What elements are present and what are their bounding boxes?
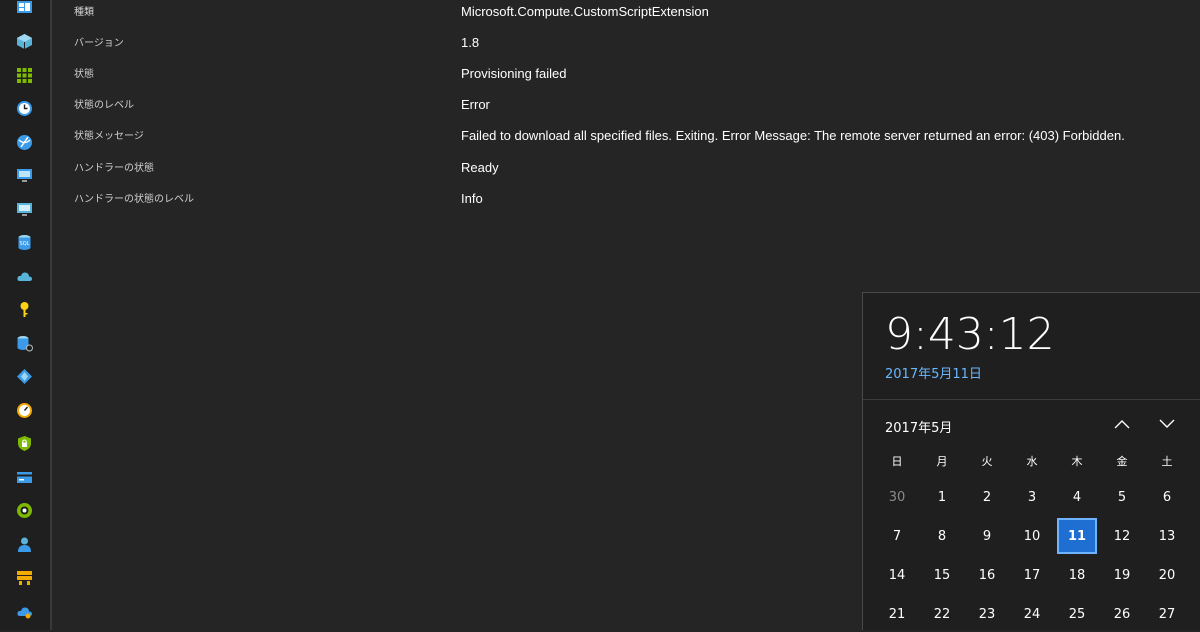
calendar-day[interactable]: 9 [967, 518, 1007, 554]
calendar-day[interactable]: 19 [1102, 557, 1142, 593]
property-label-version: バージョン [74, 38, 124, 49]
calendar-day[interactable]: 26 [1102, 596, 1142, 632]
clock-date-link[interactable]: 2017年5月11日 [885, 363, 982, 382]
weekday-header: 水 [1026, 455, 1038, 468]
cloud-services-icon[interactable] [16, 268, 33, 285]
calendar-day[interactable]: 5 [1102, 479, 1142, 515]
property-label-status: 状態 [74, 69, 94, 80]
calendar-day[interactable]: 1 [922, 479, 962, 515]
all-resources-icon[interactable] [16, 67, 33, 84]
azure-ad-icon[interactable] [16, 368, 33, 385]
chevron-up-icon [1114, 420, 1130, 429]
calendar-day[interactable]: 22 [922, 596, 962, 632]
cost-billing-icon[interactable] [16, 469, 33, 486]
property-label-handler-status-level: ハンドラーの状態のレベル [74, 194, 194, 205]
sql-server-icon[interactable] [16, 335, 33, 352]
property-row: 状態のレベル Error [52, 93, 1200, 124]
property-row: 種類 Microsoft.Compute.CustomScriptExtensi… [52, 0, 1200, 31]
calendar-day[interactable]: 25 [1057, 596, 1097, 632]
clock-calendar-flyout: 9:43:12 2017年5月11日 2017年5月 日月火水木金土 30 1 2 3 4… [862, 292, 1200, 630]
property-value-handler-status-level: Info [461, 191, 483, 206]
key-vault-icon[interactable] [16, 301, 33, 318]
next-month-button[interactable] [1155, 413, 1179, 435]
virtual-machines-classic-icon[interactable] [16, 201, 33, 218]
storage-icon[interactable] [16, 569, 33, 586]
calendar-day[interactable]: 30 [877, 479, 917, 515]
property-row: ハンドラーの状態 Ready [52, 156, 1200, 187]
weekday-header: 木 [1071, 455, 1083, 468]
calendar-day-selected[interactable]: 11 [1057, 518, 1097, 554]
property-value-type: Microsoft.Compute.CustomScriptExtension [461, 4, 709, 19]
calendar-day[interactable]: 23 [967, 596, 1007, 632]
svg-text:SQL: SQL [20, 241, 30, 247]
calendar-day[interactable]: 3 [1012, 479, 1052, 515]
weekday-header: 月 [936, 455, 948, 468]
weekday-header: 日 [891, 455, 903, 468]
app-services-icon[interactable] [16, 134, 33, 151]
calendar-month-label[interactable]: 2017年5月 [885, 417, 952, 436]
property-label-status-level: 状態のレベル [74, 100, 134, 111]
virtual-machines-icon[interactable] [16, 167, 33, 184]
property-row: 状態メッセージ Failed to download all specified… [52, 124, 1200, 155]
property-value-handler-status: Ready [461, 160, 499, 175]
resource-group-icon[interactable] [16, 33, 33, 50]
weekday-header: 火 [981, 455, 993, 468]
help-support-icon[interactable] [16, 536, 33, 553]
dashboard-icon[interactable] [16, 0, 33, 17]
calendar-day[interactable]: 7 [877, 518, 917, 554]
property-label-status-message: 状態メッセージ [74, 131, 144, 142]
advisor-icon[interactable] [16, 502, 33, 519]
calendar-day[interactable]: 15 [922, 557, 962, 593]
sql-database-icon[interactable]: SQL [16, 234, 33, 251]
calendar-day[interactable]: 10 [1012, 518, 1052, 554]
calendar-day[interactable]: 2 [967, 479, 1007, 515]
property-value-status: Provisioning failed [461, 66, 567, 81]
calendar-day[interactable]: 21 [877, 596, 917, 632]
previous-month-button[interactable] [1110, 413, 1134, 435]
calendar-day[interactable]: 27 [1147, 596, 1187, 632]
property-row: バージョン 1.8 [52, 31, 1200, 62]
calendar-day[interactable]: 24 [1012, 596, 1052, 632]
property-value-version: 1.8 [461, 35, 480, 50]
calendar-day[interactable]: 6 [1147, 479, 1187, 515]
property-row: 状態 Provisioning failed [52, 62, 1200, 93]
cloud-icon[interactable] [16, 603, 33, 620]
calendar-day[interactable]: 14 [877, 557, 917, 593]
recent-icon[interactable] [16, 100, 33, 117]
sidebar-rail: SQL [0, 0, 52, 630]
calendar-day[interactable]: 4 [1057, 479, 1097, 515]
calendar-day[interactable]: 12 [1102, 518, 1142, 554]
calendar-day[interactable]: 13 [1147, 518, 1187, 554]
weekday-header: 土 [1161, 455, 1173, 468]
calendar-day[interactable]: 8 [922, 518, 962, 554]
calendar-day[interactable]: 20 [1147, 557, 1187, 593]
property-row: ハンドラーの状態のレベル Info [52, 187, 1200, 218]
property-label-type: 種類 [74, 7, 94, 18]
calendar-day[interactable]: 16 [967, 557, 1007, 593]
divider [863, 399, 1200, 400]
calendar-day[interactable]: 17 [1012, 557, 1052, 593]
monitor-icon[interactable] [16, 402, 33, 419]
clock-time: 9:43:12 [885, 309, 1055, 360]
property-label-handler-status: ハンドラーの状態 [74, 163, 154, 174]
chevron-down-icon [1159, 419, 1175, 428]
property-value-status-level: Error [461, 97, 490, 112]
calendar-day[interactable]: 18 [1057, 557, 1097, 593]
security-center-icon[interactable] [16, 435, 33, 452]
property-value-status-message: Failed to download all specified files. … [461, 128, 1125, 143]
weekday-header: 金 [1116, 455, 1128, 468]
